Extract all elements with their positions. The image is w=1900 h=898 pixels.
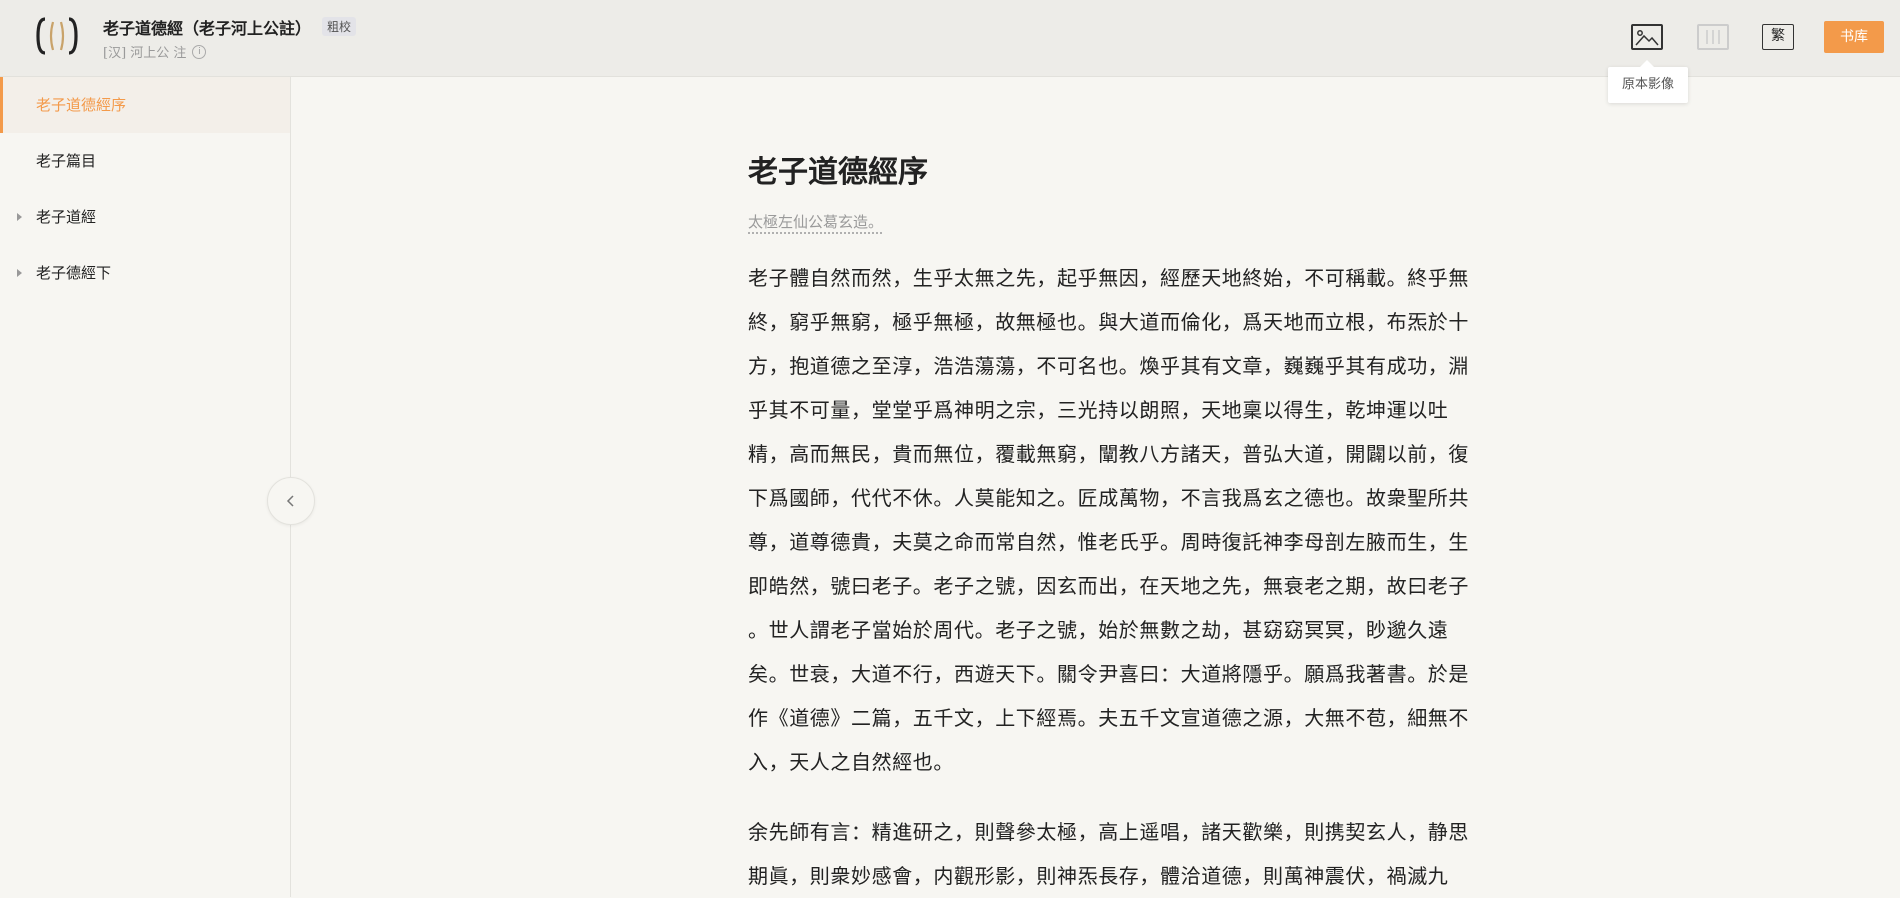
toc-item-label: 老子篇目	[36, 152, 97, 170]
expand-caret-icon[interactable]	[17, 213, 22, 221]
text-line: 。世人謂老子當始於周代。老子之號，始於無數之劫，甚窈窈冥冥，眇邈久遠	[748, 618, 1449, 642]
chapter-title: 老子道德經序	[748, 155, 928, 190]
collapse-sidebar-button[interactable]	[267, 477, 315, 525]
edition-badge: 粗校	[322, 17, 357, 36]
text-line: 下爲國師，代代不休。人莫能知之。匠成萬物，不言我爲玄之德也。故衆聖所共	[748, 486, 1469, 510]
parallel-view-button[interactable]	[1697, 24, 1729, 50]
book-title: 老子道德經（老子河上公註）	[103, 19, 312, 38]
text-line: 老子體自然而然，生乎太無之先，起乎無因，經歷天地終始，不可稱載。終乎無	[748, 266, 1469, 290]
paragraph: 余先師有言：精進研之，則聲參太極，高上遥唱，諸天歡樂，則携契玄人，静思 期眞，則…	[748, 810, 1469, 898]
library-button[interactable]: 书库	[1824, 21, 1884, 53]
chevron-left-icon	[286, 495, 294, 507]
toc-item-preface[interactable]: 老子道德經序	[0, 77, 290, 133]
text-line: 精，高而無民，貴而無位，覆載無窮，闡教八方諸天，普弘大道，開闢以前，復	[748, 442, 1469, 466]
text-line: 尊，道尊德貴，夫莫之命而常自然，惟老氏乎。周時復託神李母剖左腋而生，生	[748, 530, 1469, 554]
image-tooltip: 原本影像	[1608, 60, 1688, 103]
toc-item-label: 老子道經	[36, 208, 97, 226]
text-line: 終，窮乎無窮，極乎無極，故無極也。與大道而倫化，爲天地而立根，布炁於十	[748, 310, 1469, 334]
toc-item-dao-jing[interactable]: 老子道經	[0, 189, 290, 245]
toc-sidebar: 老子道德經序 老子篇目 老子道經 老子德經下	[0, 77, 291, 897]
toc-item-label: 老子道德經序	[36, 96, 127, 114]
columns-icon	[1706, 30, 1720, 44]
toc-item-de-jing[interactable]: 老子德經下	[0, 245, 290, 301]
text-line: 即皓然，號曰老子。老子之號，因玄而出，在天地之先，無衰老之期，故曰老子	[748, 574, 1469, 598]
text-line: 余先師有言：精進研之，則聲參太極，高上遥唱，諸天歡樂，則携契玄人，静思	[748, 820, 1469, 844]
paragraph: 老子體自然而然，生乎太無之先，起乎無因，經歷天地終始，不可稱載。終乎無 終，窮乎…	[748, 256, 1469, 784]
text-line: 方，抱道德之至淳，浩浩蕩蕩，不可名也。煥乎其有文章，巍巍乎其有成功，淵	[748, 354, 1469, 378]
author-text: [汉] 河上公 注	[103, 46, 187, 61]
text-line: 矣。世衰，大道不行，西遊天下。關令尹喜曰：大道將隱乎。願爲我著書。於是	[748, 662, 1469, 686]
reading-pane: 老子道德經序 太極左仙公葛玄造。 老子體自然而然，生乎太無之先，起乎無因，經歷天…	[748, 77, 1469, 898]
author-line: [汉] 河上公 注 i	[103, 42, 207, 61]
image-icon	[1635, 30, 1659, 46]
top-bar: 老子道德經（老子河上公註） 粗校 [汉] 河上公 注 i 繁 书库	[0, 0, 1900, 77]
app-logo-icon[interactable]	[36, 16, 78, 56]
toc-item-label: 老子德經下	[36, 264, 112, 282]
original-image-button[interactable]	[1631, 24, 1663, 50]
chapter-byline[interactable]: 太極左仙公葛玄造。	[748, 211, 1448, 232]
text-line: 期眞，則衆妙感會，内觀形影，則神炁長存，體洽道德，則萬神震伏，禍滅九	[748, 864, 1449, 888]
text-line: 入，天人之自然經也。	[748, 750, 954, 774]
text-line: 乎其不可量，堂堂乎爲神明之宗，三光持以朗照，天地稟以得生，乾坤運以吐	[748, 398, 1449, 422]
toc-item-contents[interactable]: 老子篇目	[0, 133, 290, 189]
expand-caret-icon[interactable]	[17, 269, 22, 277]
traditional-chinese-toggle[interactable]: 繁	[1762, 24, 1794, 50]
text-line: 作《道德》二篇，五千文，上下經焉。夫五千文宣道德之源，大無不苞，細無不	[748, 706, 1469, 730]
info-icon[interactable]: i	[192, 44, 207, 59]
